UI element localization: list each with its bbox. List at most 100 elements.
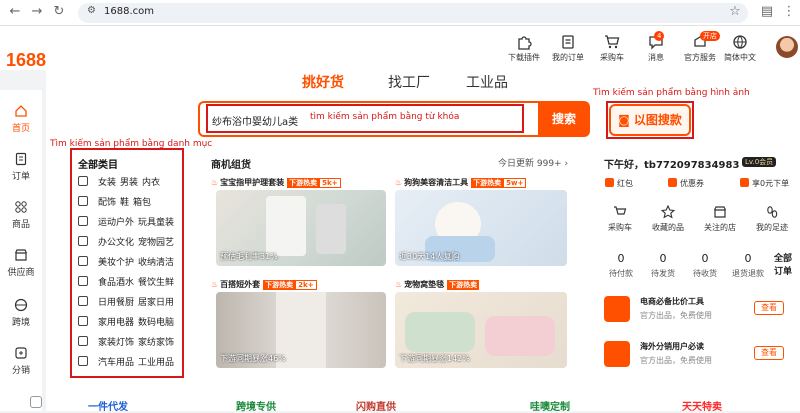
sidebar-item-products[interactable]: 商品 <box>0 200 42 230</box>
card-title[interactable]: ♨ 宝宝指甲护理套装 下游热卖 5k+ <box>211 177 341 188</box>
view-button[interactable]: 查看 <box>754 301 784 315</box>
category-link[interactable]: 汽车用品 <box>98 358 134 368</box>
topnav-language[interactable]: 简体中文 <box>718 34 762 63</box>
home-icon <box>15 105 27 117</box>
count-pending-receipt[interactable]: 0 待收货 <box>688 252 722 279</box>
topnav-download-plugin[interactable]: 下载插件 <box>502 34 546 63</box>
perk-zero-order[interactable]: 享0元下单 <box>740 178 789 189</box>
sidebar-item-crossborder[interactable]: 跨境 <box>0 298 42 328</box>
tab-pick-goods[interactable]: 挑好货 <box>302 72 344 92</box>
member-level-badge: Lv.0会员 <box>742 157 777 167</box>
category-link[interactable]: 男装 <box>120 178 138 188</box>
opportunity-title: 商机组货 <box>211 160 251 171</box>
opportunity-update[interactable]: 今日更新 999+ › <box>498 156 568 169</box>
reload-icon[interactable]: ↻ <box>52 5 66 19</box>
category-icon <box>78 276 88 286</box>
quick-favorites[interactable]: 收藏的品 <box>648 205 688 233</box>
category-icon <box>78 356 88 366</box>
menu-icon[interactable]: ⋮ <box>782 5 796 19</box>
category-link[interactable]: 家纺家饰 <box>138 338 174 348</box>
category-link[interactable]: 箱包 <box>133 198 151 208</box>
category-link[interactable]: 美妆个护 <box>98 258 134 268</box>
category-title: 全部类目 <box>78 160 118 171</box>
category-link[interactable]: 家装灯饰 <box>98 338 134 348</box>
category-icon <box>78 296 88 306</box>
avatar[interactable] <box>776 36 798 58</box>
category-link[interactable]: 运动户外 <box>98 218 134 228</box>
tool-overseas-guide: 海外分销用户必读 官方出品，免费使用 查看 <box>604 339 790 369</box>
tab-industrial[interactable]: 工业品 <box>466 72 508 92</box>
sidebar-item-distribution[interactable]: 分销 <box>0 346 42 376</box>
browser-toolbar: ← → ↻ ⚙ 1688.com ☆ ▤ ⋮ <box>0 0 800 26</box>
cart-icon <box>614 206 627 215</box>
tab-find-factory[interactable]: 找工厂 <box>388 72 430 92</box>
quick-cart[interactable]: 采购车 <box>600 205 640 233</box>
category-link[interactable]: 餐饮生鲜 <box>138 278 174 288</box>
footprint-icon <box>767 206 778 218</box>
quick-followed-stores[interactable]: 关注的店 <box>700 205 740 233</box>
back-icon[interactable]: ← <box>8 5 22 19</box>
order-icon <box>15 152 27 166</box>
perk-red-packet[interactable]: 红包 <box>605 178 633 189</box>
category-link[interactable]: 数码电脑 <box>138 318 174 328</box>
address-bar[interactable]: ⚙ 1688.com <box>78 3 748 23</box>
order-icon <box>562 35 574 49</box>
puzzle-icon <box>604 296 630 322</box>
search-button[interactable]: 搜索 <box>538 101 590 137</box>
category-link[interactable]: 食品酒水 <box>98 278 134 288</box>
category-link[interactable]: 鞋 <box>120 198 129 208</box>
product-image[interactable]: 下游同期暴涨46% <box>216 292 386 368</box>
category-link[interactable]: 内衣 <box>142 178 160 188</box>
category-icon <box>78 176 88 186</box>
logo[interactable]: 1688 <box>6 50 46 71</box>
store-icon <box>14 249 28 261</box>
category-link[interactable]: 日用餐厨 <box>98 298 134 308</box>
category-row: 女装 男装 内衣 <box>78 175 160 188</box>
url-text: 1688.com <box>104 6 154 17</box>
category-link[interactable]: 家用电器 <box>98 318 134 328</box>
tool-price-compare: 电商必备比价工具 官方出品，免费使用 查看 <box>604 294 790 324</box>
category-link[interactable]: 宠物园艺 <box>138 238 174 248</box>
collapse-icon[interactable] <box>30 396 42 408</box>
cart-icon <box>605 35 620 49</box>
product-image[interactable]: 下游同期暴涨142% <box>395 292 567 368</box>
extensions-icon[interactable]: ▤ <box>760 5 774 19</box>
category-link[interactable]: 玩具童装 <box>138 218 174 228</box>
category-row: 家装灯饰 家纺家饰 <box>78 335 174 348</box>
category-link[interactable]: 配饰 <box>98 198 116 208</box>
count-pending-payment[interactable]: 0 待付款 <box>604 252 638 279</box>
greeting: 下午好，tb772097834983 <box>604 160 740 171</box>
category-link[interactable]: 工业用品 <box>138 358 174 368</box>
category-link[interactable]: 女装 <box>98 178 116 188</box>
card-title[interactable]: ♨ 狗狗美容清洁工具 下游热卖 5w+ <box>395 177 527 188</box>
forward-icon[interactable]: → <box>30 5 44 19</box>
category-link[interactable]: 办公文化 <box>98 238 134 248</box>
product-image[interactable]: 预估毛利率31% <box>216 190 386 266</box>
site-info-icon[interactable]: ⚙ <box>87 5 96 16</box>
count-refunds[interactable]: 0 退货退款 <box>731 252 765 279</box>
puzzle-icon <box>518 36 532 50</box>
view-button[interactable]: 查看 <box>754 346 784 360</box>
globe-icon <box>14 298 28 312</box>
annotation-image: Tìm kiếm sản phẩm bằng hình ảnh <box>593 88 750 98</box>
all-orders-link[interactable]: 全部订单 <box>774 253 794 279</box>
sidebar-item-home[interactable]: 首页 <box>0 104 42 134</box>
category-icon <box>78 336 88 346</box>
sidebar-item-orders[interactable]: 订单 <box>0 152 42 182</box>
perk-coupon[interactable]: 优惠券 <box>668 178 704 189</box>
product-image[interactable]: 近30天14人复购 <box>395 190 567 266</box>
count-pending-shipment[interactable]: 0 待发货 <box>646 252 680 279</box>
sidebar-item-suppliers[interactable]: 供应商 <box>0 248 42 278</box>
topnav-cart[interactable]: 采购车 <box>590 34 634 63</box>
bookmark-star-icon[interactable]: ☆ <box>728 5 742 19</box>
quick-footprints[interactable]: 我的足迹 <box>752 205 792 233</box>
card-title[interactable]: ♨ 宠物窝垫毯 下游热卖 <box>395 279 480 290</box>
category-link[interactable]: 收纳清洁 <box>138 258 174 268</box>
card-title[interactable]: ♨ 百搭短外套 下游热卖 2k+ <box>211 279 317 290</box>
topnav-my-orders[interactable]: 我的订单 <box>546 34 590 63</box>
annotation-box-image <box>606 101 694 139</box>
category-row: 汽车用品 工业用品 <box>78 355 174 368</box>
category-link[interactable]: 居家日用 <box>138 298 174 308</box>
globe-icon <box>733 35 747 49</box>
zero-order-icon <box>740 178 749 187</box>
